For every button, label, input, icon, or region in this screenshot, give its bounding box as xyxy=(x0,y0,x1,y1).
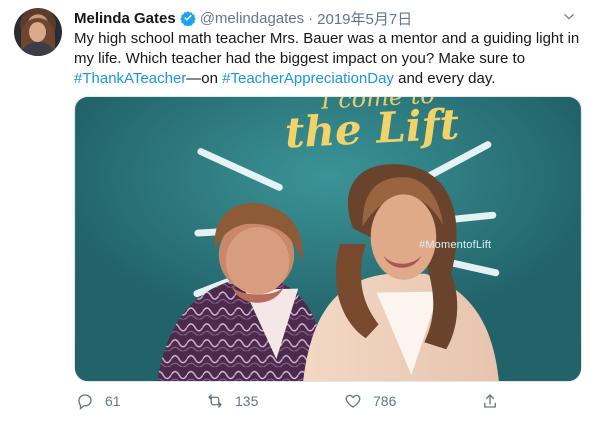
reply-count: 61 xyxy=(105,393,121,409)
like-count: 786 xyxy=(373,393,397,409)
hashtag-thank-a-teacher[interactable]: #ThankATeacher xyxy=(74,70,186,87)
photo-sign-title: the Lift xyxy=(283,99,461,158)
tweet-text: My high school math teacher Mrs. Bauer w… xyxy=(74,29,586,89)
tweet-text-part-1: My high school math teacher Mrs. Bauer w… xyxy=(74,30,580,67)
hashtag-teacher-appreciation-day[interactable]: #TeacherAppreciationDay xyxy=(222,70,394,87)
avatar[interactable] xyxy=(14,8,62,56)
retweet-icon xyxy=(208,394,222,408)
share-icon xyxy=(484,394,496,408)
chevron-down-icon[interactable] xyxy=(562,10,576,24)
reply-icon xyxy=(78,394,92,410)
author-name[interactable]: Melinda Gates xyxy=(74,10,176,27)
reply-button[interactable]: 61 xyxy=(76,389,121,413)
tweet-text-part-2: —on xyxy=(186,70,223,87)
tweet-header: Melinda Gates @melindagates · 2019年5月7日 xyxy=(74,8,412,28)
tweet-text-part-3: and every day. xyxy=(393,70,496,87)
heart-icon xyxy=(345,394,361,408)
avatar-face xyxy=(29,22,46,42)
like-button[interactable]: 786 xyxy=(344,389,396,413)
retweet-button[interactable]: 135 xyxy=(206,389,258,413)
share-button[interactable] xyxy=(481,389,510,413)
tweet-actions: 61 135 786 xyxy=(76,389,506,413)
photo-sign-hashtag: #MomentofLift xyxy=(419,239,492,251)
verified-badge-icon xyxy=(179,10,196,26)
tweet-date[interactable]: 2019年5月7日 xyxy=(317,8,412,29)
header-separator: · xyxy=(308,9,314,27)
tweet-card[interactable]: Melinda Gates @melindagates · 2019年5月7日 … xyxy=(0,0,598,423)
tweet-photo[interactable]: I come to the Lift #MomentofLift xyxy=(74,96,582,382)
author-handle[interactable]: @melindagates xyxy=(200,10,304,27)
retweet-count: 135 xyxy=(235,393,259,409)
